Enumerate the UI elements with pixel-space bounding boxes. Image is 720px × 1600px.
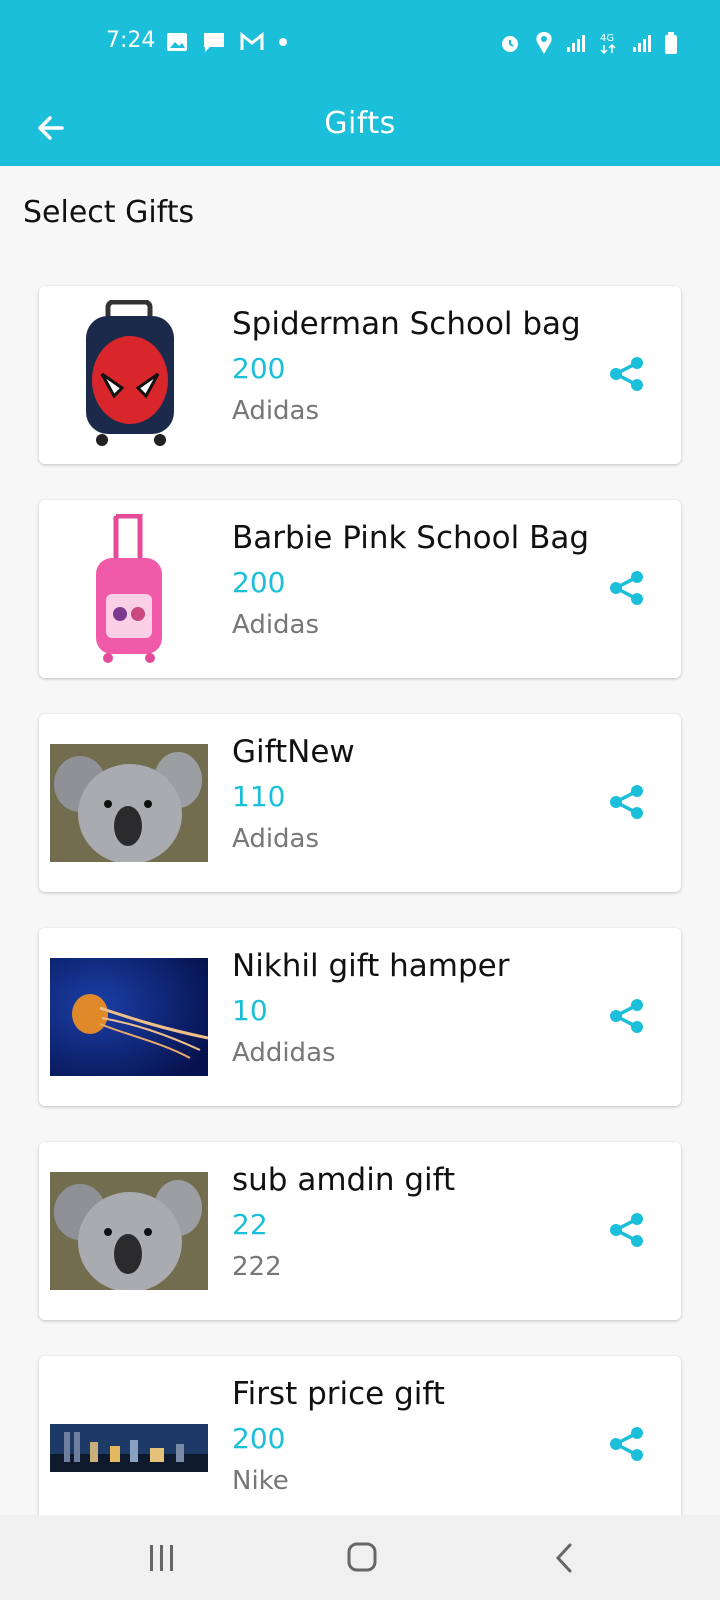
message-icon	[204, 33, 224, 52]
share-icon[interactable]	[607, 996, 647, 1036]
gift-name: Spiderman School bag	[232, 306, 581, 342]
gift-card[interactable]: First price gift 200 Nike	[39, 1356, 681, 1534]
section-title: Select Gifts	[23, 195, 195, 230]
gift-name: sub amdin gift	[232, 1162, 456, 1198]
gift-brand: Nike	[232, 1466, 289, 1496]
gift-points: 110	[232, 780, 286, 813]
gift-points: 200	[232, 1422, 286, 1455]
gift-brand: Adidas	[232, 396, 320, 426]
gift-name: Nikhil gift hamper	[232, 948, 510, 984]
svg-text:4G: 4G	[600, 33, 614, 44]
gmail-icon	[240, 32, 264, 50]
status-time: 7:24	[106, 28, 156, 53]
gift-points: 200	[232, 566, 286, 599]
gift-card[interactable]: Spiderman School bag 200 Adidas	[39, 286, 681, 464]
koala-image	[50, 744, 208, 862]
gift-name: GiftNew	[232, 734, 355, 770]
status-bar: 7:24 4G	[0, 0, 720, 88]
share-icon[interactable]	[607, 568, 647, 608]
gift-points: 22	[232, 1208, 268, 1241]
share-icon[interactable]	[607, 1210, 647, 1250]
location-icon	[536, 32, 552, 54]
battery-icon	[665, 32, 677, 54]
gallery-icon	[167, 33, 187, 51]
page-title: Gifts	[324, 106, 396, 141]
spiderman-bag-image	[50, 300, 208, 450]
share-icon[interactable]	[607, 354, 647, 394]
gift-points: 10	[232, 994, 268, 1027]
jellyfish-image	[50, 958, 208, 1076]
gift-name: Barbie Pink School Bag	[232, 520, 590, 556]
alarm-icon	[502, 36, 518, 52]
back-icon[interactable]	[546, 1541, 586, 1575]
share-icon[interactable]	[607, 782, 647, 822]
system-nav-bar	[0, 1515, 720, 1600]
gift-card[interactable]: GiftNew 110 Adidas	[39, 714, 681, 892]
4g-icon: 4G	[600, 33, 616, 55]
city-skyline-image	[50, 1424, 208, 1472]
gift-brand: Adidas	[232, 824, 320, 854]
signal-icon	[633, 35, 651, 52]
gift-points: 200	[232, 352, 286, 385]
gift-card[interactable]: Nikhil gift hamper 10 Addidas	[39, 928, 681, 1106]
recent-apps-icon[interactable]	[142, 1541, 182, 1575]
gift-brand: Addidas	[232, 1038, 336, 1068]
barbie-bag-image	[50, 514, 208, 664]
gift-card[interactable]: Barbie Pink School Bag 200 Adidas	[39, 500, 681, 678]
share-icon[interactable]	[607, 1424, 647, 1464]
gift-brand: 222	[232, 1252, 282, 1282]
gift-card[interactable]: sub amdin gift 22 222	[39, 1142, 681, 1320]
gift-name: First price gift	[232, 1376, 445, 1412]
signal-icon	[567, 35, 585, 52]
dot-icon	[279, 38, 287, 46]
gift-brand: Adidas	[232, 610, 320, 640]
koala-image	[50, 1172, 208, 1290]
home-icon[interactable]	[343, 1541, 383, 1575]
app-bar: Gifts	[0, 88, 720, 166]
